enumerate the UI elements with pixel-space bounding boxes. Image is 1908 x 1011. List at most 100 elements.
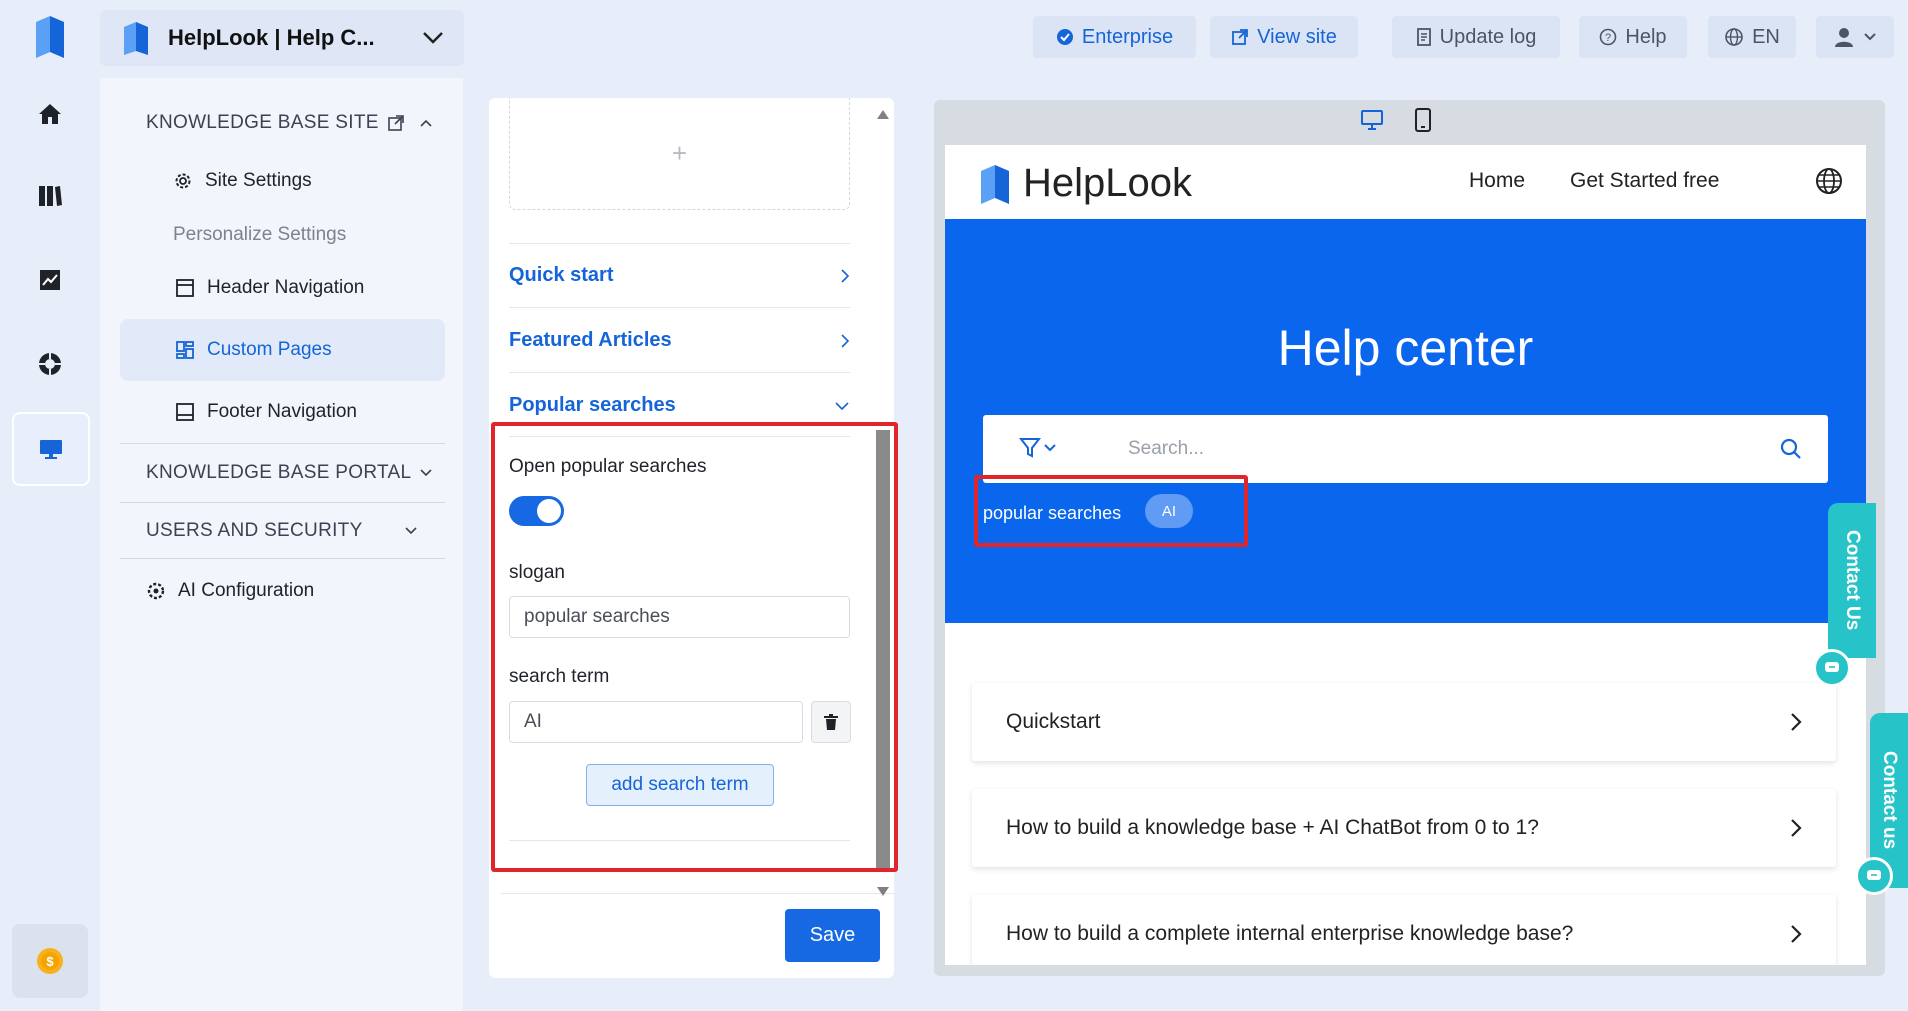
chevron-down-icon [405,527,417,535]
kb-portal-label: KNOWLEDGE BASE PORTAL [146,462,412,483]
desktop-icon [1361,110,1383,130]
chevron-right-icon [1791,713,1802,731]
divider [509,243,850,244]
rail-analytics[interactable] [22,252,78,308]
enterprise-label: Enterprise [1081,25,1174,48]
contact-us-label-2: Contact us [1879,751,1900,850]
kb-portal-section-header[interactable]: KNOWLEDGE BASE PORTAL [146,462,433,484]
rail-site-design[interactable] [12,412,90,486]
divider [501,893,894,894]
save-button[interactable]: Save [785,909,880,962]
contact-us-label: Contact Us [1842,530,1863,631]
lifebuoy-icon [39,353,61,375]
nav-footer-navigation[interactable]: Footer Navigation [175,401,357,423]
users-security-label: USERS AND SECURITY [146,520,363,541]
nav-site-settings-label: Site Settings [205,170,312,191]
nav-custom-pages-label: Custom Pages [207,339,332,360]
view-site-button[interactable]: View site [1210,16,1358,58]
nav-ai-configuration-label: AI Configuration [178,580,315,601]
article-title: Quickstart [1006,710,1101,733]
save-label: Save [809,924,856,946]
rail-billing[interactable]: $ [12,924,88,998]
view-site-label: View site [1257,25,1337,48]
section-featured-label: Featured Articles [509,329,672,351]
book-icon [39,186,62,206]
space-name: HelpLook | Help C... [168,25,375,50]
mobile-icon [1415,108,1431,132]
chart-icon [40,270,60,290]
chat-bubble-icon[interactable] [1813,649,1851,687]
personalize-settings-label: Personalize Settings [173,224,347,245]
gear-icon [175,173,191,189]
plus-icon: + [671,138,688,168]
divider [509,307,850,308]
site-preview: HelpLook Home Get Started free Help cent… [945,145,1866,965]
globe-icon [1725,28,1743,46]
scroll-down-arrow-icon [877,887,889,896]
chevron-down-icon [835,401,849,410]
nav-custom-pages[interactable]: Custom Pages [175,339,332,361]
rail-home[interactable] [22,86,78,142]
divider [120,558,445,559]
help-icon: ? [1600,28,1617,46]
rail-knowledge-base[interactable] [22,168,78,224]
nav-ai-configuration[interactable]: AI Configuration [146,580,314,602]
users-security-section-header[interactable]: USERS AND SECURITY [146,520,418,542]
highlight-box-preview [974,475,1248,547]
preview-nav-home[interactable]: Home [1469,169,1525,193]
nav-site-settings[interactable]: Site Settings [173,170,312,192]
scroll-up-arrow-icon [877,110,889,119]
chat-bubble-icon[interactable] [1855,857,1893,895]
preview-search-placeholder: Search... [1128,438,1205,459]
upload-area[interactable]: + [509,98,850,210]
update-log-button[interactable]: Update log [1392,16,1560,58]
ai-gear-icon [147,582,165,600]
nav-header-navigation-label: Header Navigation [207,277,365,298]
mobile-preview-toggle[interactable] [1414,108,1432,137]
preview-globe-icon[interactable] [1815,167,1843,195]
header-layout-icon [176,279,194,297]
chevron-up-icon [420,119,432,127]
section-quick-start[interactable]: Quick start [509,264,850,287]
search-icon[interactable] [1780,438,1802,460]
chevron-right-icon [841,333,850,348]
filter-icon[interactable] [1019,437,1059,459]
article-title: How to build a complete internal enterpr… [1006,922,1574,945]
update-log-label: Update log [1439,25,1537,48]
section-popular-searches[interactable]: Popular searches [509,394,850,417]
article-card[interactable]: Quickstart [972,683,1836,761]
preview-hero: Help center Search... popular searches A… [945,219,1866,623]
preview-hero-title: Help center [1277,320,1534,376]
chevron-down-icon [420,469,432,477]
chevron-right-icon [841,268,850,283]
enterprise-button[interactable]: Enterprise [1033,16,1196,58]
kb-site-section-header[interactable]: KNOWLEDGE BASE SITE [146,112,433,134]
section-featured-articles[interactable]: Featured Articles [509,329,850,352]
article-card[interactable]: How to build a complete internal enterpr… [972,895,1836,965]
language-label: EN [1752,25,1780,48]
contact-us-tab[interactable]: Contact Us [1828,503,1876,658]
rail-support[interactable] [22,336,78,392]
coin-icon: $ [37,948,63,974]
language-button[interactable]: EN [1708,16,1796,58]
preview-brand[interactable]: HelpLook [977,161,1192,206]
preview-brand-name: HelpLook [1023,161,1193,205]
nav-header-navigation[interactable]: Header Navigation [175,277,364,299]
document-icon [1416,28,1431,46]
chevron-down-icon [1864,33,1876,41]
preview-search-bar[interactable]: Search... [983,415,1828,483]
article-card[interactable]: How to build a knowledge base + AI ChatB… [972,789,1836,867]
footer-layout-icon [176,403,194,421]
kb-site-label: KNOWLEDGE BASE SITE [146,112,379,133]
helplook-logo-icon [981,164,1009,204]
desktop-preview-toggle[interactable] [1360,109,1384,136]
preview-nav-get-started[interactable]: Get Started free [1570,169,1719,193]
space-logo-icon [124,22,148,55]
app-logo[interactable] [30,12,70,62]
help-button[interactable]: ? Help [1579,16,1687,58]
section-popular-label: Popular searches [509,394,676,416]
article-title: How to build a knowledge base + AI ChatB… [1006,816,1539,839]
space-selector[interactable]: HelpLook | Help C... [100,10,464,66]
divider [120,502,445,503]
user-menu-button[interactable] [1816,16,1894,58]
